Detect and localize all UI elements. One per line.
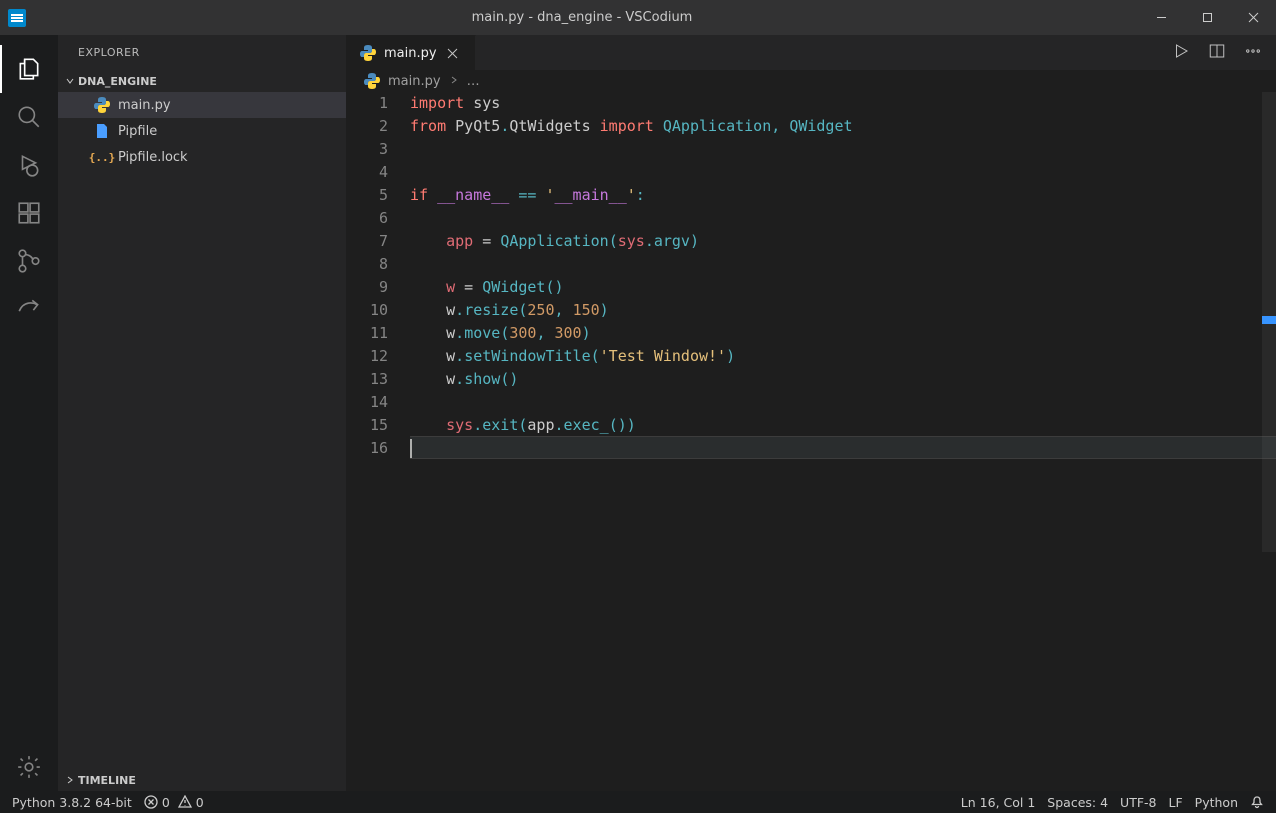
window-title: main.py - dna_engine - VSCodium <box>26 10 1138 25</box>
sidebar-folder-header[interactable]: DNA_ENGINE <box>58 70 346 92</box>
git-icon <box>16 248 42 274</box>
gear-icon <box>16 754 42 780</box>
sidebar-timeline-label: TIMELINE <box>78 774 136 787</box>
files-icon <box>16 56 42 82</box>
editor-area: main.py main.py … 1234 <box>346 35 1276 791</box>
sidebar-title: EXPLORER <box>58 35 346 70</box>
search-icon <box>16 104 42 130</box>
tab-label: main.py <box>384 46 437 61</box>
status-problems[interactable]: 0 0 <box>144 795 204 810</box>
breadcrumb-file: main.py <box>388 74 441 89</box>
tab-close-button[interactable] <box>445 45 461 61</box>
activity-source-control[interactable] <box>0 237 58 285</box>
status-notifications[interactable] <box>1250 795 1264 809</box>
status-eol[interactable]: LF <box>1169 795 1183 810</box>
app-icon <box>8 9 26 27</box>
sidebar-file-label: Pipfile.lock <box>118 150 188 165</box>
activity-explorer[interactable] <box>0 45 58 93</box>
line-number-gutter: 12345678910111213141516 <box>346 92 410 791</box>
status-spaces[interactable]: Spaces: 4 <box>1047 795 1108 810</box>
status-warning-count: 0 <box>196 795 204 810</box>
minimize-button[interactable] <box>1138 0 1184 35</box>
chevron-down-icon <box>62 75 78 87</box>
sidebar-file-pipfilelock[interactable]: {..} Pipfile.lock <box>58 144 346 170</box>
sidebar-folder-label: DNA_ENGINE <box>78 75 157 88</box>
split-editor-button[interactable] <box>1208 42 1226 64</box>
more-actions-button[interactable] <box>1244 42 1262 64</box>
error-icon <box>144 795 158 809</box>
debug-icon <box>16 152 42 178</box>
sidebar-file-pipfile[interactable]: Pipfile <box>58 118 346 144</box>
status-encoding[interactable]: UTF-8 <box>1120 795 1156 810</box>
minimap[interactable] <box>1262 92 1276 791</box>
code-content[interactable]: import sysfrom PyQt5.QtWidgets import QA… <box>410 92 1276 791</box>
breadcrumb-rest: … <box>467 74 480 89</box>
activity-extensions[interactable] <box>0 189 58 237</box>
status-error-count: 0 <box>162 795 170 810</box>
maximize-button[interactable] <box>1184 0 1230 35</box>
sidebar-file-main[interactable]: main.py <box>58 92 346 118</box>
python-icon <box>364 73 380 89</box>
activity-search[interactable] <box>0 93 58 141</box>
statusbar: Python 3.8.2 64-bit 0 0 Ln 16, Col 1 Spa… <box>0 791 1276 813</box>
share-icon <box>16 296 42 322</box>
python-icon <box>94 97 110 113</box>
breadcrumb[interactable]: main.py … <box>346 70 1276 92</box>
code-editor[interactable]: 12345678910111213141516 import sysfrom P… <box>346 92 1276 791</box>
warning-icon <box>178 795 192 809</box>
sidebar-file-label: main.py <box>118 98 171 113</box>
sidebar-timeline-header[interactable]: TIMELINE <box>58 769 346 791</box>
json-icon: {..} <box>94 149 110 165</box>
breadcrumb-chevron-icon <box>449 74 459 89</box>
extensions-icon <box>16 200 42 226</box>
main-area: EXPLORER DNA_ENGINE main.py Pipfile {..}… <box>0 35 1276 791</box>
chevron-right-icon <box>62 774 78 786</box>
tabs-row: main.py <box>346 35 1276 70</box>
sidebar-file-label: Pipfile <box>118 124 157 139</box>
close-button[interactable] <box>1230 0 1276 35</box>
run-button[interactable] <box>1172 42 1190 64</box>
activity-run-debug[interactable] <box>0 141 58 189</box>
activity-share[interactable] <box>0 285 58 333</box>
bell-icon <box>1250 795 1264 809</box>
minimap-mark <box>1262 316 1276 324</box>
status-ln-col[interactable]: Ln 16, Col 1 <box>961 795 1036 810</box>
sidebar: EXPLORER DNA_ENGINE main.py Pipfile {..}… <box>58 35 346 791</box>
file-icon <box>94 123 110 139</box>
activity-settings[interactable] <box>0 743 58 791</box>
activity-bar <box>0 35 58 791</box>
tab-main[interactable]: main.py <box>346 35 476 70</box>
status-language[interactable]: Python <box>1195 795 1238 810</box>
titlebar: main.py - dna_engine - VSCodium <box>0 0 1276 35</box>
python-icon <box>360 45 376 61</box>
status-python-interpreter[interactable]: Python 3.8.2 64-bit <box>12 795 132 810</box>
